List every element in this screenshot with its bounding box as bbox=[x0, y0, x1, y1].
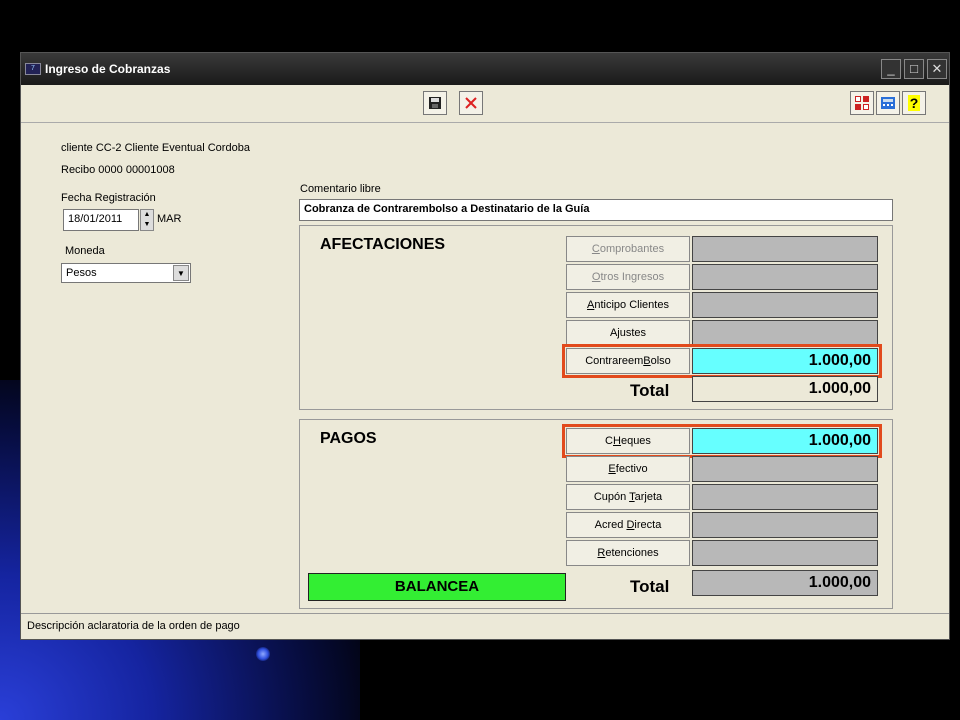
moneda-select[interactable]: Pesos ▼ bbox=[61, 263, 191, 283]
afectaciones-value-1[interactable] bbox=[692, 264, 878, 290]
moneda-value: Pesos bbox=[66, 267, 97, 279]
pagos-total-label: Total bbox=[630, 577, 670, 596]
afectaciones-value-3[interactable] bbox=[692, 320, 878, 346]
cobranzas-window: 7 Ingreso de Cobranzas _ □ ✕ ? cliente C… bbox=[20, 52, 950, 640]
pagos-total-value: 1.000,00 bbox=[692, 570, 878, 596]
toolbar: ? bbox=[21, 85, 949, 123]
receipt-number: Recibo 0000 00001008 bbox=[61, 164, 175, 176]
afectaciones-total-value: 1.000,00 bbox=[692, 376, 878, 402]
minimize-icon[interactable]: _ bbox=[881, 59, 901, 79]
button-label-post: arjeta bbox=[634, 491, 663, 503]
afectaciones-button-3[interactable]: Ajustes bbox=[566, 320, 690, 346]
chevron-down-icon[interactable]: ▼ bbox=[173, 265, 189, 281]
maximize-icon[interactable]: □ bbox=[904, 59, 924, 79]
pagos-button-3[interactable]: Acred Directa bbox=[566, 512, 690, 538]
afectaciones-button-2[interactable]: Anticipo Clientes bbox=[566, 292, 690, 318]
comentario-input[interactable]: Cobranza de Contrarembolso a Destinatari… bbox=[299, 199, 893, 221]
status-text: Descripción aclaratoria de la orden de p… bbox=[27, 620, 240, 632]
highlight-box bbox=[562, 344, 882, 378]
app-icon: 7 bbox=[25, 63, 41, 75]
afectaciones-total-label: Total bbox=[630, 381, 670, 400]
close-icon bbox=[465, 97, 477, 109]
title-bar: 7 Ingreso de Cobranzas _ □ ✕ bbox=[21, 53, 949, 85]
button-label-post: etenciones bbox=[605, 547, 659, 559]
calculator-button[interactable] bbox=[876, 91, 900, 115]
button-label-mnemonic: E bbox=[608, 463, 616, 475]
button-label-post: nticipo Clientes bbox=[594, 299, 669, 311]
help-icon: ? bbox=[907, 95, 921, 111]
fecha-weekday: MAR bbox=[157, 213, 182, 225]
calculator-icon bbox=[881, 97, 895, 109]
save-button[interactable] bbox=[423, 91, 447, 115]
client-line: cliente CC-2 Cliente Eventual Cordoba bbox=[61, 142, 250, 154]
window-controls: _ □ ✕ bbox=[881, 59, 947, 79]
grid-icon bbox=[855, 96, 869, 110]
pagos-value-4[interactable] bbox=[692, 540, 878, 566]
afectaciones-panel: AFECTACIONES Comprobantes Otros Ingresos A… bbox=[299, 225, 893, 410]
button-label-post: irecta bbox=[634, 519, 662, 531]
pagos-button-4[interactable]: Retenciones bbox=[566, 540, 690, 566]
form-area: cliente CC-2 Cliente Eventual Cordoba Re… bbox=[21, 125, 949, 613]
background-dot bbox=[256, 647, 270, 661]
pagos-button-1[interactable]: Efectivo bbox=[566, 456, 690, 482]
button-label-pre: Acred bbox=[594, 519, 627, 531]
button-label-pre: Cupón bbox=[593, 491, 630, 503]
pagos-value-3[interactable] bbox=[692, 512, 878, 538]
highlight-box bbox=[562, 424, 882, 458]
window-title: Ingreso de Cobranzas bbox=[45, 62, 171, 76]
status-bar: Descripción aclaratoria de la orden de p… bbox=[21, 613, 949, 639]
save-icon bbox=[429, 97, 441, 109]
pagos-title: PAGOS bbox=[320, 430, 377, 447]
pagos-panel: PAGOS CHeques 1.000,00 Efectivo Cupón Tarje… bbox=[299, 419, 893, 609]
close-window-icon[interactable]: ✕ bbox=[927, 59, 947, 79]
cancel-button[interactable] bbox=[459, 91, 483, 115]
afectaciones-title: AFECTACIONES bbox=[320, 236, 446, 253]
comentario-label: Comentario libre bbox=[300, 183, 381, 195]
pagos-button-2[interactable]: Cupón Tarjeta bbox=[566, 484, 690, 510]
fecha-label: Fecha Registración bbox=[61, 192, 156, 204]
pagos-value-1[interactable] bbox=[692, 456, 878, 482]
afectaciones-value-2[interactable] bbox=[692, 292, 878, 318]
button-label-post: ustes bbox=[619, 327, 647, 339]
pagos-value-2[interactable] bbox=[692, 484, 878, 510]
button-label-post: omprobantes bbox=[599, 243, 665, 255]
help-button[interactable]: ? bbox=[902, 91, 926, 115]
afectaciones-button-0[interactable]: Comprobantes bbox=[566, 236, 690, 262]
button-label-mnemonic: C bbox=[591, 243, 600, 255]
fecha-input[interactable]: 18/01/2011 bbox=[63, 209, 139, 231]
button-label-post: fectivo bbox=[615, 463, 648, 475]
fecha-spinner[interactable]: ▲ ▼ bbox=[140, 209, 154, 231]
grid-button[interactable] bbox=[850, 91, 874, 115]
afectaciones-value-0[interactable] bbox=[692, 236, 878, 262]
moneda-label: Moneda bbox=[65, 245, 105, 257]
button-label-post: tros Ingresos bbox=[600, 271, 665, 283]
balance-indicator: BALANCEA bbox=[308, 573, 566, 601]
afectaciones-button-1[interactable]: Otros Ingresos bbox=[566, 264, 690, 290]
